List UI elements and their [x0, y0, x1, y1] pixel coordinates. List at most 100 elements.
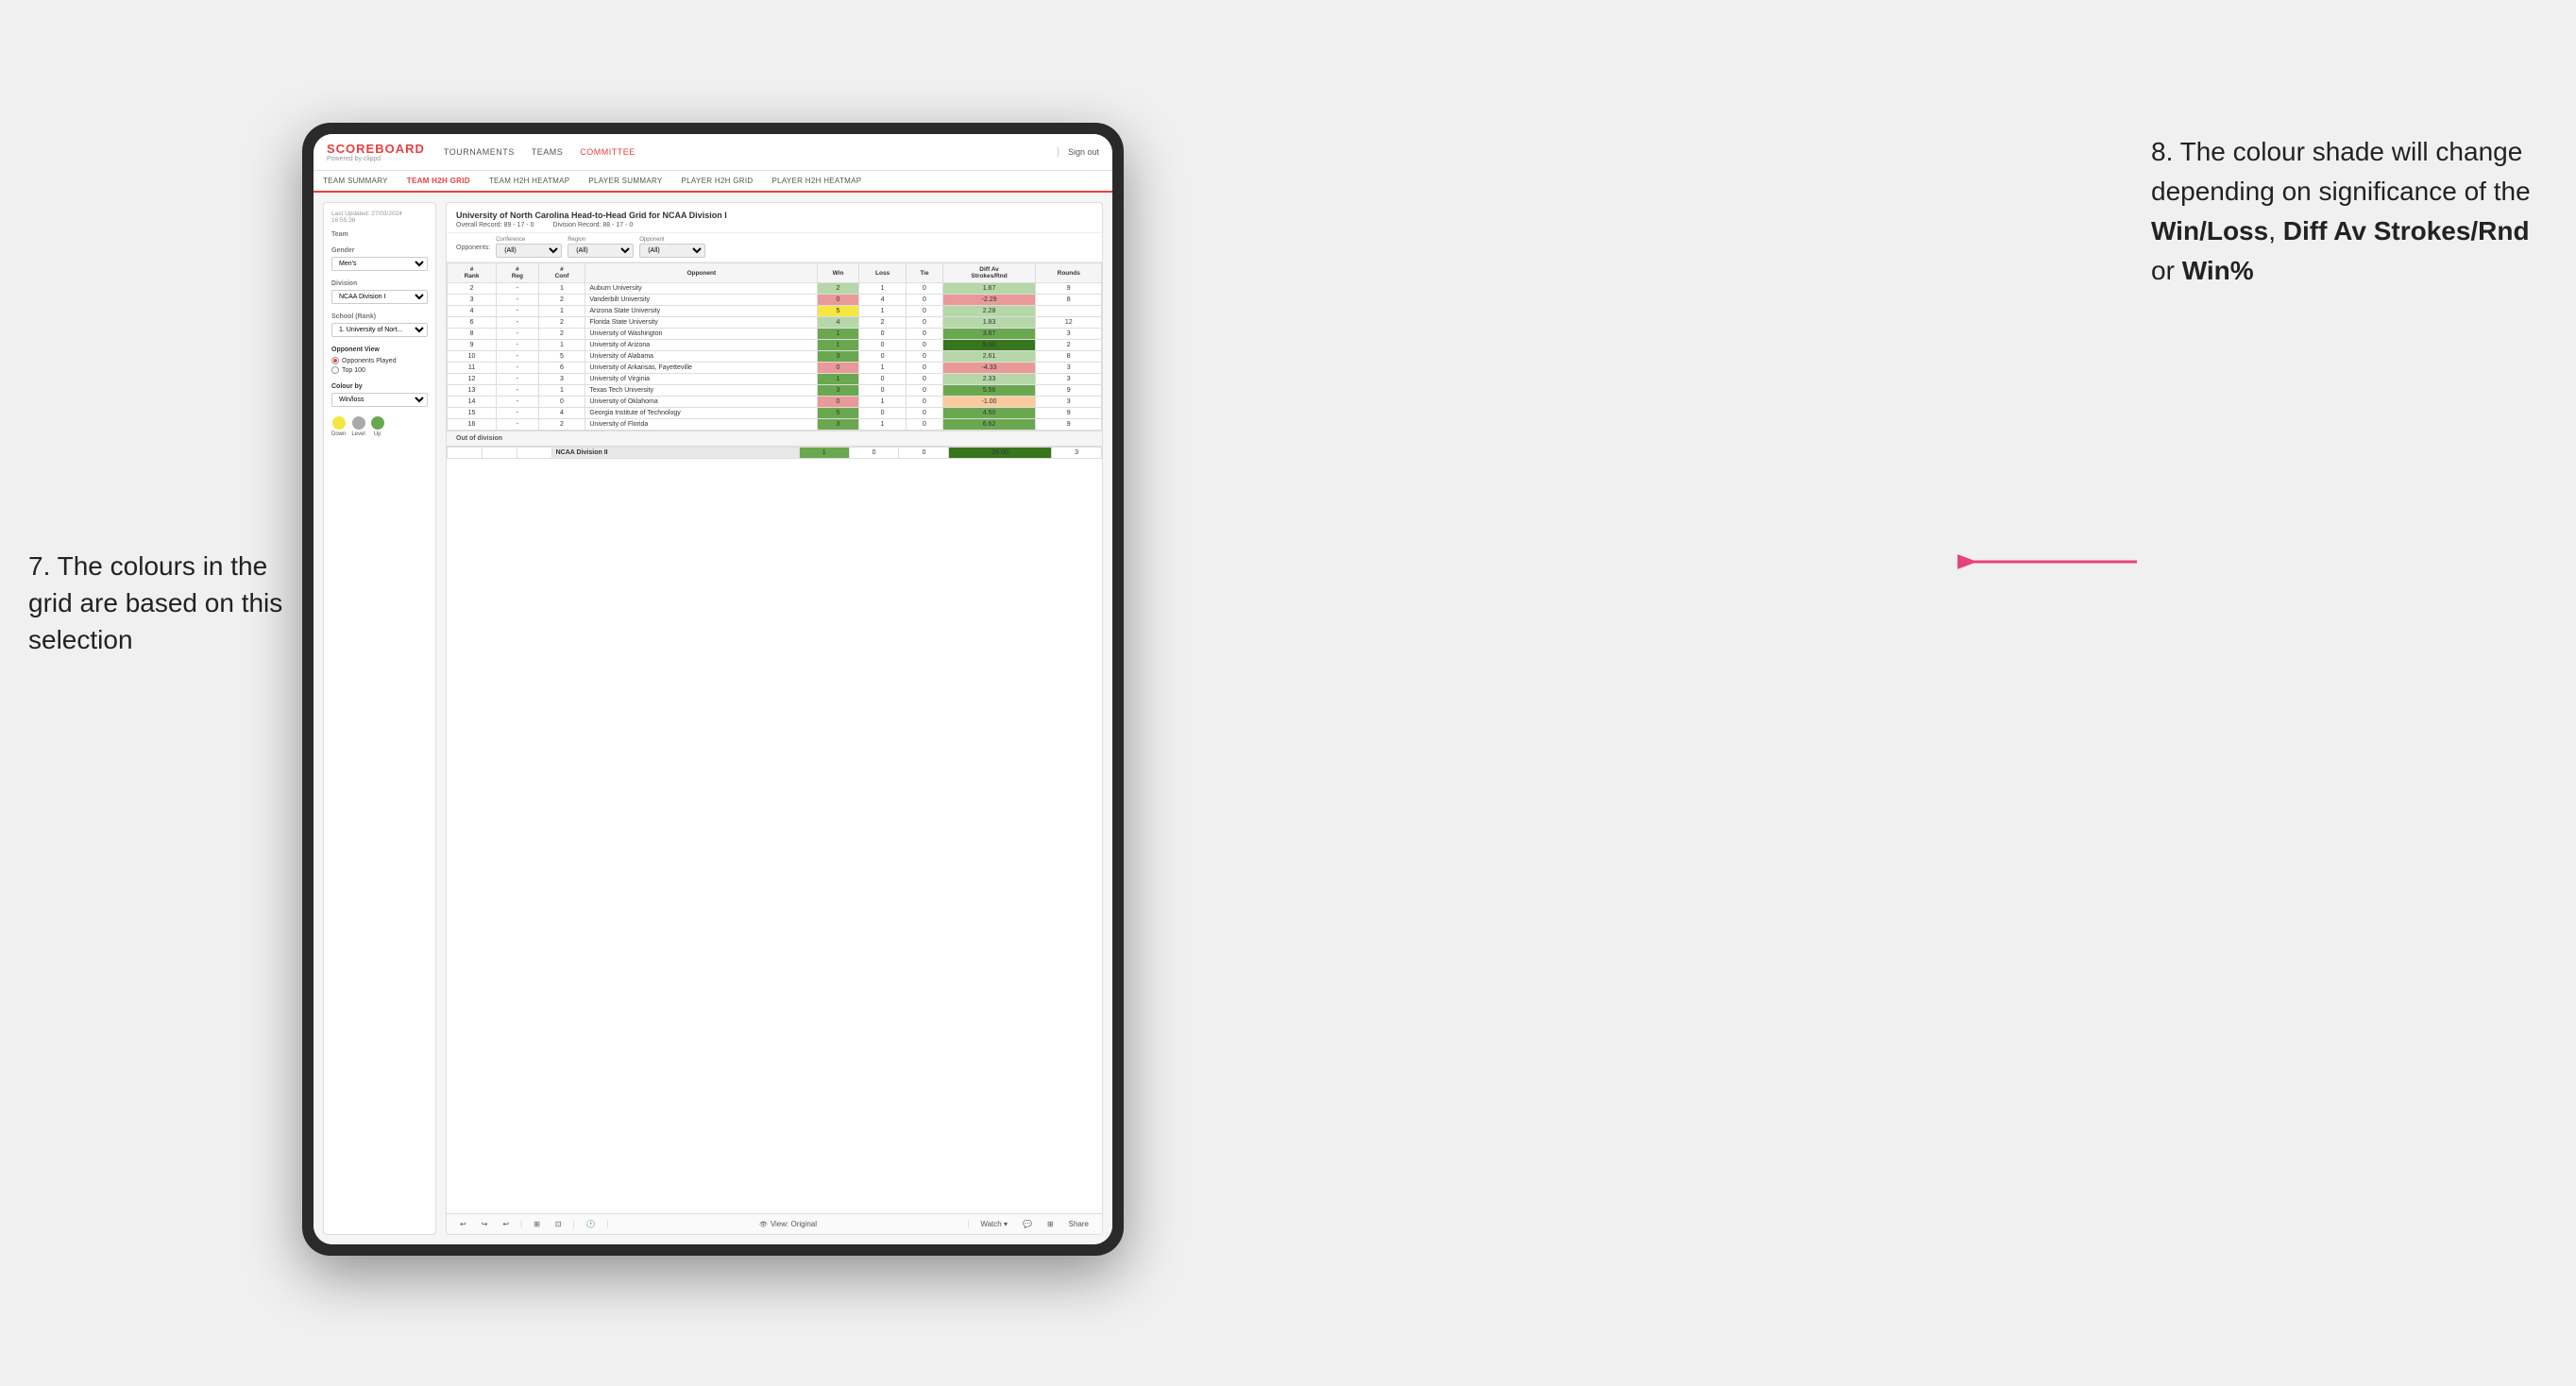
cell-opponent: Florida State University — [585, 317, 818, 329]
cell-win: 0 — [818, 295, 859, 306]
cell-opponent: Auburn University — [585, 283, 818, 295]
grid-table-container: #Rank #Reg #Conf Opponent Win Loss Tie D… — [447, 262, 1102, 1213]
cell-rounds: 8 — [1036, 351, 1102, 363]
filter-conf-select[interactable]: (All) — [496, 244, 562, 258]
ood-rounds: 3 — [1052, 448, 1102, 459]
cell-rank: 6 — [448, 317, 497, 329]
cell-rank: 16 — [448, 419, 497, 431]
col-reg: #Reg — [497, 263, 539, 283]
out-of-division-label: Out of division — [447, 431, 1102, 447]
nav-committee[interactable]: COMMITTEE — [580, 147, 636, 157]
legend-level-circle — [352, 416, 365, 430]
share-button[interactable]: Share — [1065, 1218, 1093, 1230]
table-row: 16 - 2 University of Florida 3 1 0 6.62 … — [448, 419, 1102, 431]
cell-loss: 1 — [858, 397, 907, 408]
grid-title: University of North Carolina Head-to-Hea… — [456, 211, 1093, 220]
annotation-right-bold2: Diff Av Strokes/Rnd — [2283, 216, 2530, 245]
nav-teams[interactable]: TEAMS — [532, 147, 564, 157]
radio-opponents-played[interactable]: Opponents Played — [331, 357, 428, 364]
ood-tie: 0 — [899, 448, 949, 459]
cell-reg: - — [497, 329, 539, 340]
cell-rounds: 3 — [1036, 374, 1102, 385]
cell-reg: - — [497, 408, 539, 419]
sign-out-link[interactable]: Sign out — [1058, 147, 1099, 157]
tab-player-h2h-heatmap[interactable]: PLAYER H2H HEATMAP — [762, 171, 871, 191]
cell-rank: 11 — [448, 363, 497, 374]
tab-team-h2h-grid[interactable]: TEAM H2H GRID — [398, 171, 480, 193]
filter-opp-select[interactable]: (All) — [639, 244, 705, 258]
nav-links: TOURNAMENTS TEAMS COMMITTEE — [444, 147, 1058, 157]
cell-rank: 10 — [448, 351, 497, 363]
annotation-left: 7. The colours in the grid are based on … — [28, 548, 293, 659]
out-of-division-row: NCAA Division II 1 0 0 26.00 3 — [448, 448, 1102, 459]
division-label: Division — [331, 280, 428, 287]
cell-rank: 8 — [448, 329, 497, 340]
cell-loss: 0 — [858, 329, 907, 340]
grid-header: University of North Carolina Head-to-Hea… — [447, 203, 1102, 233]
table-row: 4 - 1 Arizona State University 5 1 0 2.2… — [448, 306, 1102, 317]
cell-rank: 12 — [448, 374, 497, 385]
ood-win: 1 — [799, 448, 849, 459]
cell-rounds: 9 — [1036, 419, 1102, 431]
copy-button[interactable]: ⊞ — [530, 1218, 544, 1230]
cell-rank: 9 — [448, 340, 497, 351]
cell-rounds: 3 — [1036, 397, 1102, 408]
overall-record: Overall Record: 89 - 17 - 0 — [456, 222, 534, 228]
left-panel: Last Updated: 27/03/2024 16:55:38 Team G… — [323, 202, 436, 1235]
division-select[interactable]: NCAA Division I — [331, 290, 428, 304]
cell-tie: 0 — [907, 363, 942, 374]
cell-opponent: University of Arizona — [585, 340, 818, 351]
cell-loss: 2 — [858, 317, 907, 329]
watch-button[interactable]: Watch ▾ — [976, 1218, 1011, 1230]
cell-tie: 0 — [907, 397, 942, 408]
cell-loss: 0 — [858, 351, 907, 363]
ood-rank — [448, 448, 483, 459]
cell-rounds: 9 — [1036, 385, 1102, 397]
tab-team-h2h-heatmap[interactable]: TEAM H2H HEATMAP — [480, 171, 580, 191]
undo-button[interactable]: ↩ — [456, 1218, 470, 1230]
crop-button[interactable]: ⊡ — [551, 1218, 566, 1230]
tab-player-summary[interactable]: PLAYER SUMMARY — [579, 171, 671, 191]
opponent-view-section: Opponent View Opponents Played Top 100 — [331, 346, 428, 374]
toolbar-sep4: | — [967, 1220, 969, 1228]
cell-rounds — [1036, 306, 1102, 317]
cell-reg: - — [497, 374, 539, 385]
cell-rank: 4 — [448, 306, 497, 317]
cell-opponent: University of Alabama — [585, 351, 818, 363]
table-row: 11 - 6 University of Arkansas, Fayettevi… — [448, 363, 1102, 374]
cell-diff: 1.67 — [942, 283, 1036, 295]
comment-button[interactable]: 💬 — [1019, 1218, 1036, 1230]
cell-reg: - — [497, 363, 539, 374]
col-win: Win — [818, 263, 859, 283]
tab-team-summary[interactable]: TEAM SUMMARY — [314, 171, 398, 191]
cell-win: 1 — [818, 374, 859, 385]
school-select[interactable]: 1. University of Nort... — [331, 323, 428, 337]
toolbar-sep2: | — [573, 1220, 575, 1228]
cell-rounds: 3 — [1036, 329, 1102, 340]
table-row: 13 - 1 Texas Tech University 3 0 0 5.56 … — [448, 385, 1102, 397]
grid-button[interactable]: ⊞ — [1043, 1218, 1058, 1230]
filter-region-label: Region — [568, 237, 634, 243]
table-row: 9 - 1 University of Arizona 1 0 0 9.00 2 — [448, 340, 1102, 351]
annotation-right: 8. The colour shade will change dependin… — [2151, 132, 2548, 291]
cell-win: 0 — [818, 397, 859, 408]
redo-button[interactable]: ↪ — [478, 1218, 492, 1230]
filter-opponent: Opponent (All) — [639, 237, 705, 258]
filter-region: Region (All) — [568, 237, 634, 258]
arrow-right-icon — [1957, 538, 2146, 585]
table-row: 14 - 0 University of Oklahoma 0 1 0 -1.0… — [448, 397, 1102, 408]
cell-win: 1 — [818, 340, 859, 351]
history-button[interactable]: ↩ — [499, 1218, 513, 1230]
nav-tournaments[interactable]: TOURNAMENTS — [444, 147, 515, 157]
colour-by-select[interactable]: Win/loss — [331, 393, 428, 407]
table-header-row: #Rank #Reg #Conf Opponent Win Loss Tie D… — [448, 263, 1102, 283]
logo-area: SCOREBOARD Powered by clippd — [327, 142, 425, 162]
cell-conf: 2 — [538, 419, 585, 431]
cell-opponent: University of Virginia — [585, 374, 818, 385]
gender-select[interactable]: Men's — [331, 257, 428, 271]
filter-conf-label: Conference — [496, 237, 562, 243]
radio-top100[interactable]: Top 100 — [331, 366, 428, 374]
clock-button[interactable]: 🕐 — [583, 1218, 600, 1230]
filter-region-select[interactable]: (All) — [568, 244, 634, 258]
tab-player-h2h-grid[interactable]: PLAYER H2H GRID — [672, 171, 763, 191]
